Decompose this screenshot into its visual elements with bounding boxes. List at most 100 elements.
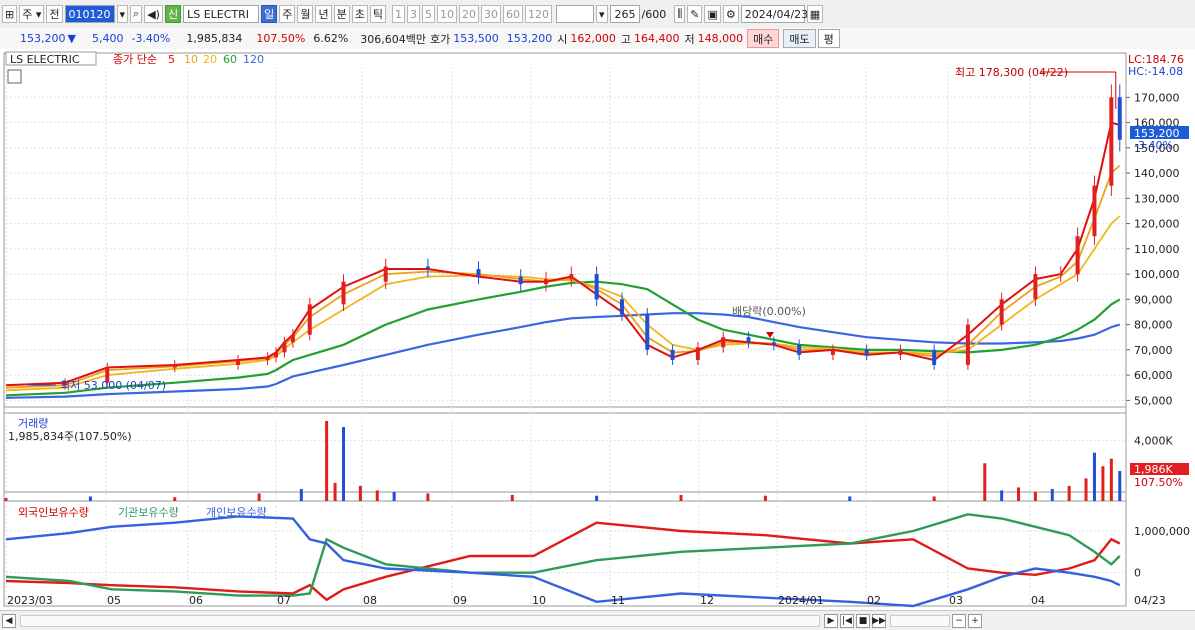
candle-body xyxy=(425,266,430,270)
buy-button[interactable]: 매수 xyxy=(747,29,780,48)
period-tab-2[interactable]: 월 xyxy=(297,5,314,23)
candle-body xyxy=(1075,236,1080,275)
minute-button-4[interactable]: 20 xyxy=(458,5,479,23)
scroll-right-icon[interactable]: ▶ xyxy=(824,613,838,628)
volume-ratio: 107.50% xyxy=(256,32,306,45)
open-price: 162,000 xyxy=(570,32,616,45)
draw-tool-icon[interactable]: ✎ xyxy=(687,5,703,23)
candle-body xyxy=(898,349,903,355)
candle-body xyxy=(645,314,650,350)
candle-body xyxy=(544,279,549,285)
candle-body xyxy=(932,349,937,366)
chart-background xyxy=(0,49,1195,610)
candle-body xyxy=(965,324,970,366)
minute-button-3[interactable]: 10 xyxy=(436,5,457,23)
volume-bar xyxy=(325,421,329,501)
stock-code-input[interactable]: 010120 xyxy=(64,5,115,23)
zoom-track[interactable] xyxy=(890,614,950,627)
volume-value: 1,985,834주(107.50%) xyxy=(8,430,132,443)
candle-body xyxy=(383,266,388,282)
bar-count-input[interactable]: 265 xyxy=(609,5,640,23)
eval-button[interactable]: 평 xyxy=(817,29,840,48)
x-tick-label: 09 xyxy=(453,594,467,607)
period-tab-4[interactable]: 분 xyxy=(333,5,350,23)
chart-scrollbar[interactable]: ◀ ▶ |◀ ■ ▶▶ − + xyxy=(0,610,1195,630)
price-tick-label: 70,000 xyxy=(1134,344,1173,357)
min-annotation: 최저 53,000 (04/07) xyxy=(60,379,166,392)
max-annotation: 최고 178,300 (04/22) xyxy=(955,66,1068,79)
calendar-icon[interactable]: ▦ xyxy=(806,5,824,23)
price-tick-label: 170,000 xyxy=(1134,91,1180,104)
volume-bar xyxy=(510,494,514,501)
volume-bar xyxy=(848,496,852,501)
volume-bar xyxy=(763,495,767,501)
search-icon[interactable]: ⌕ xyxy=(130,5,143,23)
scroll-left-icon[interactable]: ◀ xyxy=(2,613,16,628)
minute-button-2[interactable]: 5 xyxy=(421,5,435,23)
volume-bar xyxy=(426,493,430,501)
sell-button[interactable]: 매도 xyxy=(783,29,816,48)
step-back-icon[interactable]: |◀ xyxy=(840,613,854,628)
period-tab-0[interactable]: 일 xyxy=(261,5,278,23)
low-price: 148,000 xyxy=(697,32,744,45)
volume-bar xyxy=(1118,471,1122,501)
date-input[interactable]: 2024/04/23 xyxy=(740,5,808,23)
minute-button-0[interactable]: 1 xyxy=(391,5,405,23)
candle-body xyxy=(1033,274,1038,300)
stop-icon[interactable]: ■ xyxy=(856,613,870,628)
x-tick-label: 02 xyxy=(867,594,881,607)
price-tick-label: 140,000 xyxy=(1134,167,1180,180)
period-tab-5[interactable]: 초 xyxy=(351,5,368,23)
dropdown-icon[interactable]: ▾ xyxy=(116,5,129,23)
period-dropdown-icon[interactable]: ▾ xyxy=(595,5,608,23)
minute-button-5[interactable]: 30 xyxy=(480,5,501,23)
chart-settings-icon[interactable]: ⊞ xyxy=(2,5,18,23)
minute-button-1[interactable]: 3 xyxy=(406,5,420,23)
price-tick-label: 90,000 xyxy=(1134,293,1173,306)
grid-toggle-icon[interactable] xyxy=(7,69,22,84)
candle-body xyxy=(797,344,802,355)
minute-button-7[interactable]: 120 xyxy=(524,5,552,23)
candle-body xyxy=(341,281,346,305)
volume-bar xyxy=(392,491,396,501)
market-label: 주 xyxy=(22,8,33,21)
institution-legend: 기관보유수량 xyxy=(118,506,179,519)
play-icon[interactable]: ▶▶ xyxy=(872,613,886,628)
turnover-rate: 6.62% xyxy=(313,32,349,45)
scroll-track[interactable] xyxy=(20,614,820,627)
custom-period-input[interactable] xyxy=(555,5,594,23)
zoom-in-icon[interactable]: + xyxy=(968,613,982,628)
save-icon[interactable]: ▣ xyxy=(704,5,721,23)
candle-type-icon[interactable]: ⫼ xyxy=(674,5,686,23)
zoom-out-icon[interactable]: − xyxy=(952,613,966,628)
open-label: 시 xyxy=(557,32,568,46)
gear-icon[interactable]: ⚙ xyxy=(722,5,739,23)
ma60-label: 60 xyxy=(223,53,237,66)
candle-body xyxy=(999,299,1004,325)
stock-chart[interactable]: 2023/03 05 06 07 08 09 10 11 12 2024/01 02 03 04 04/2… xyxy=(0,49,1195,610)
period-tab-3[interactable]: 년 xyxy=(315,5,332,23)
current-price: 153,200 xyxy=(20,32,66,45)
speaker-icon[interactable]: ◀) xyxy=(144,5,163,23)
volume-bar xyxy=(4,497,8,501)
ma5-label: 5 xyxy=(168,53,175,66)
volume-bar xyxy=(1017,487,1021,501)
period-tab-6[interactable]: 틱 xyxy=(369,5,386,23)
market-select[interactable]: 주 ▾ xyxy=(19,5,45,23)
volume-bar xyxy=(679,494,683,501)
period-tab-1[interactable]: 주 xyxy=(279,5,296,23)
x-tick-label: 08 xyxy=(363,594,377,607)
price-tick-label: 120,000 xyxy=(1134,218,1180,231)
current-volume-pct: 107.50% xyxy=(1134,476,1183,489)
x-tick-label: 03 xyxy=(949,594,963,607)
stock-name-field[interactable]: LS ELECTRI xyxy=(183,5,260,23)
hc-value: HC:-14.08 xyxy=(1128,65,1183,78)
candle-body xyxy=(282,342,287,353)
minute-button-6[interactable]: 60 xyxy=(502,5,523,23)
candle-body xyxy=(290,334,295,343)
prev-button[interactable]: 전 xyxy=(46,5,63,23)
volume-bar xyxy=(1067,485,1071,501)
candle-body xyxy=(746,337,751,343)
price-change-pct: -3.40% xyxy=(131,32,171,45)
candle-body xyxy=(864,349,869,355)
